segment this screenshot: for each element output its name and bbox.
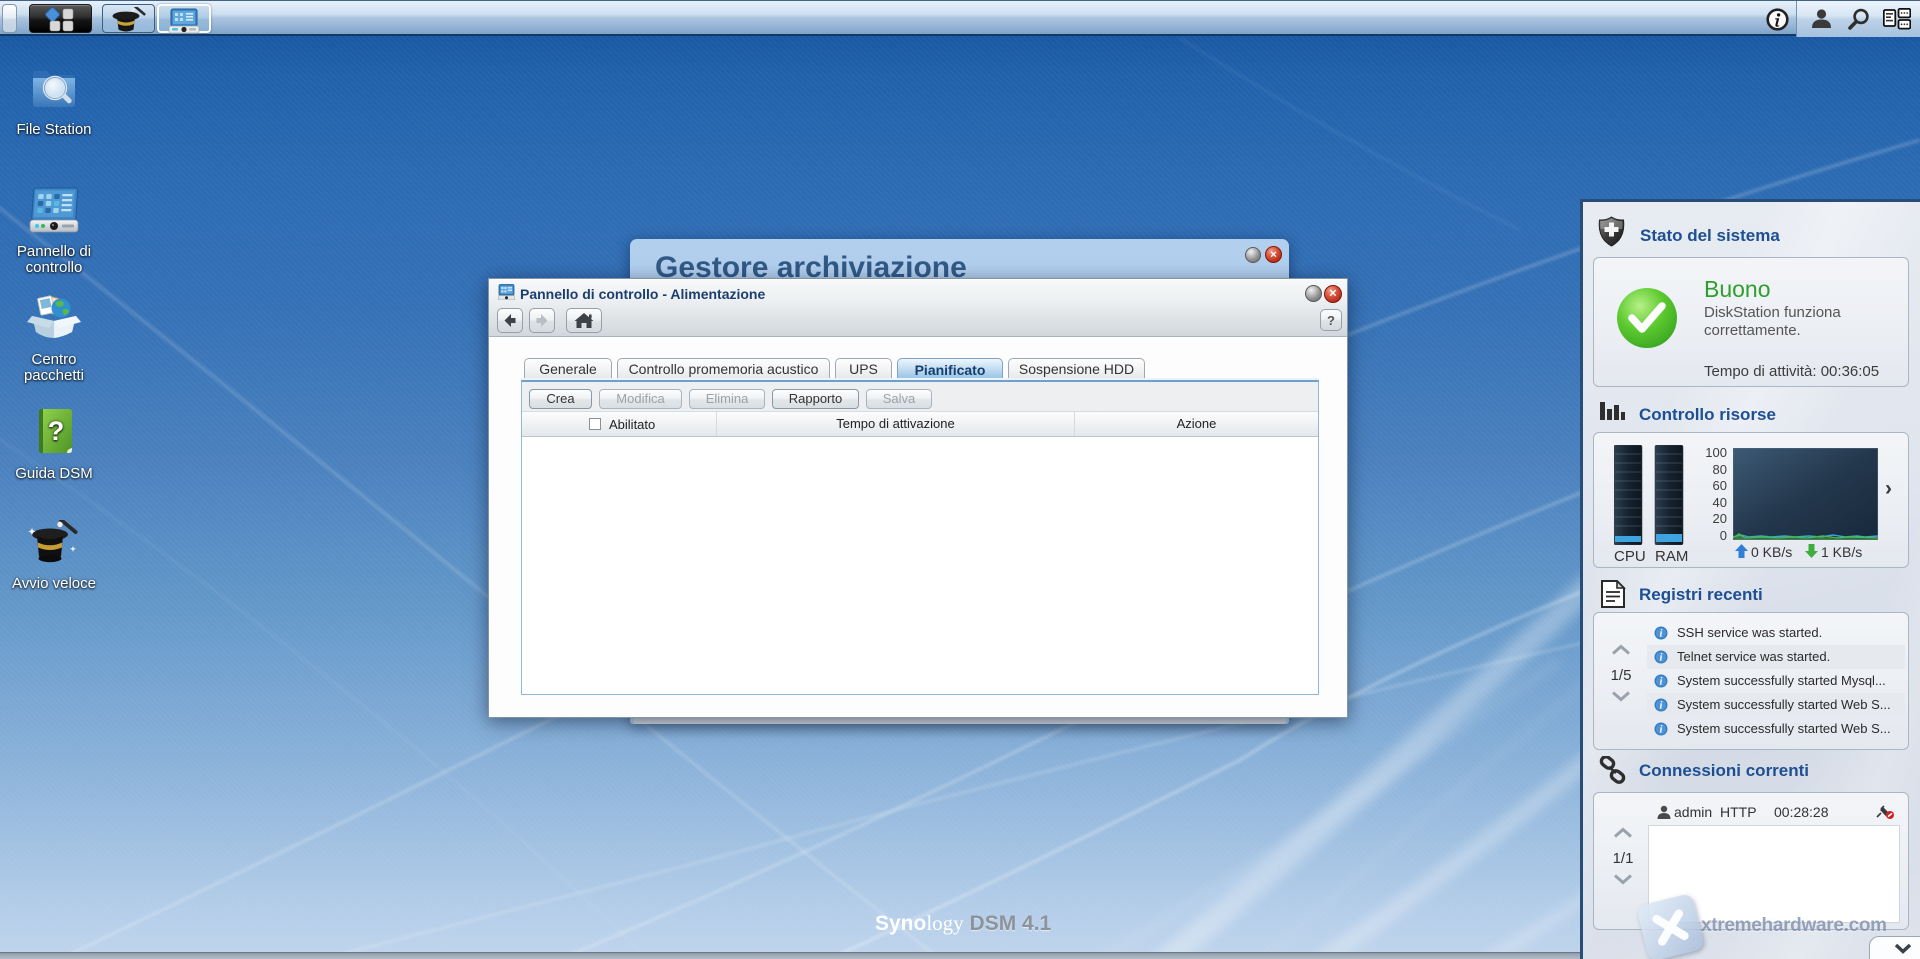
svg-text:i: i bbox=[1660, 725, 1663, 736]
svg-text:i: i bbox=[1660, 677, 1663, 688]
svg-text:i: i bbox=[1660, 629, 1663, 640]
svg-text:i: i bbox=[1660, 653, 1663, 664]
svg-text:i: i bbox=[1660, 701, 1663, 712]
svg-text:?: ? bbox=[48, 416, 65, 446]
